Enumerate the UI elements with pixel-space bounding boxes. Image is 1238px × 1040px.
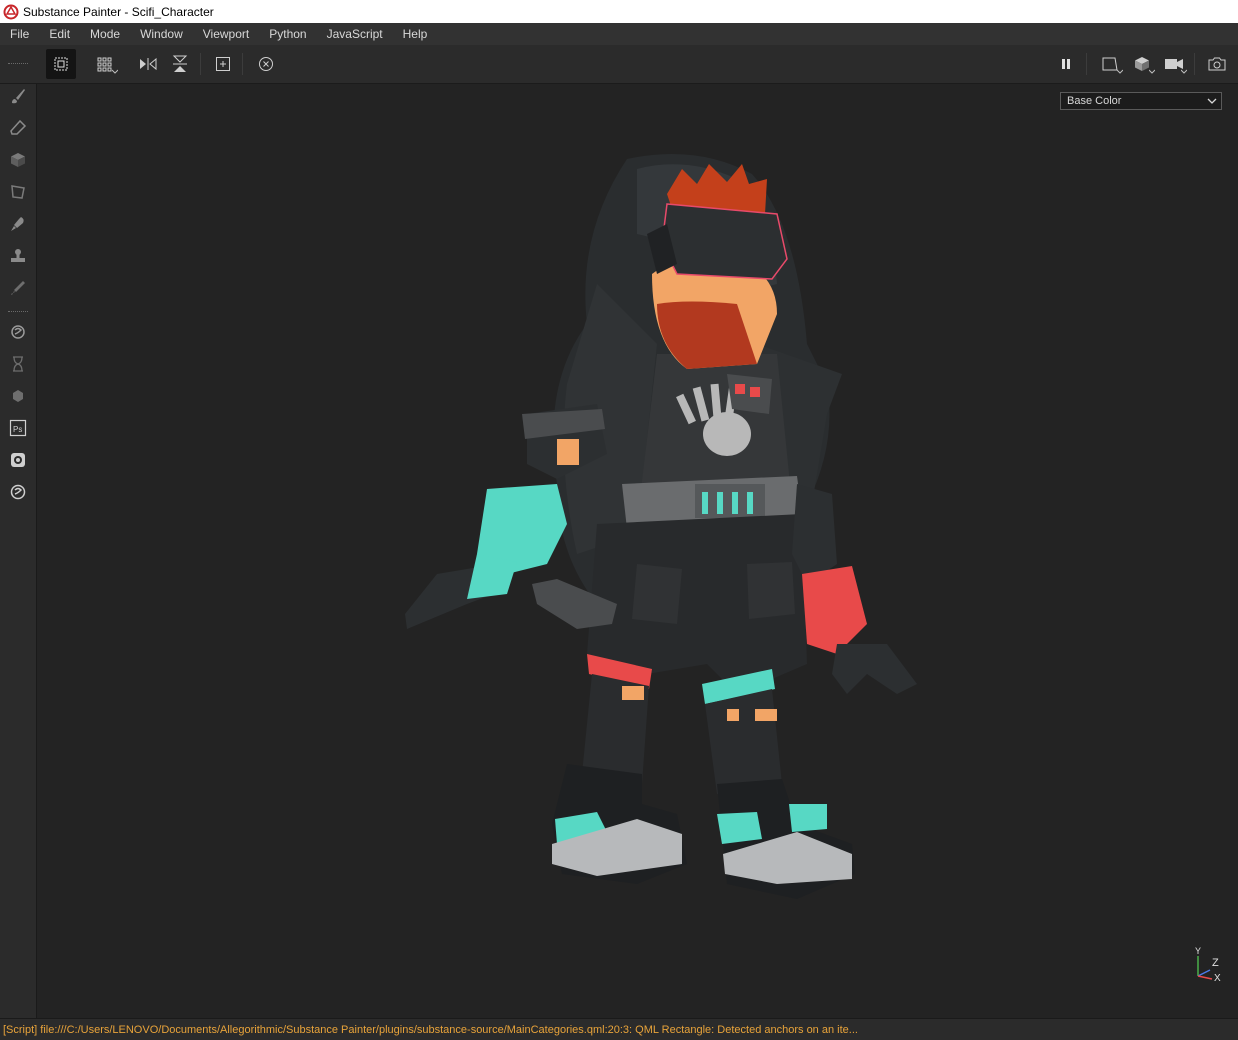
- axis-x-label: X: [1214, 973, 1221, 982]
- chevron-down-icon: [1207, 98, 1217, 104]
- toolbar-divider: [242, 53, 243, 75]
- chevron-down-icon: [1181, 69, 1187, 74]
- channel-dropdown[interactable]: Base Color: [1060, 92, 1222, 110]
- chevron-down-icon: [112, 69, 118, 74]
- camera-button[interactable]: [1159, 49, 1189, 79]
- channel-dropdown-value: Base Color: [1067, 95, 1122, 107]
- mirror-x-icon: [140, 57, 157, 71]
- display-settings-button[interactable]: [6, 448, 30, 472]
- axis-y-label: Y: [1195, 946, 1201, 956]
- menu-help[interactable]: Help: [393, 23, 438, 45]
- shelf-icon: [13, 390, 23, 402]
- 3d-viewport[interactable]: Base Color Y Z X: [37, 84, 1238, 1018]
- color-picker-icon: [11, 281, 25, 295]
- menu-javascript[interactable]: JavaScript: [317, 23, 393, 45]
- paint-brush-icon: [12, 89, 25, 104]
- pause-button[interactable]: [1051, 49, 1081, 79]
- toolbar-divider: [1194, 53, 1195, 75]
- mirror-y-icon: [172, 55, 188, 72]
- title-bar: Substance Painter - Scifi_Character: [0, 0, 1238, 23]
- menu-mode[interactable]: Mode: [80, 23, 130, 45]
- sidebar-grip[interactable]: [8, 311, 28, 314]
- photoshop-label: Ps: [13, 425, 22, 434]
- screenshot-icon: [1208, 57, 1226, 71]
- chevron-down-icon: [1149, 69, 1155, 74]
- toolbar-divider: [1086, 53, 1087, 75]
- axis-z-label: Z: [1212, 957, 1219, 969]
- menu-python[interactable]: Python: [259, 23, 316, 45]
- menu-viewport[interactable]: Viewport: [193, 23, 259, 45]
- photoshop-export-button[interactable]: Ps: [6, 416, 30, 440]
- substance-settings-button[interactable]: [6, 480, 30, 504]
- reset-camera-button[interactable]: [251, 49, 281, 79]
- pause-icon: [1062, 59, 1070, 69]
- chevron-down-icon: [1117, 69, 1123, 74]
- substance-painter-logo-icon: [3, 4, 19, 19]
- viewport-toolbar: [0, 45, 1238, 84]
- clone-stamp-icon: [11, 249, 25, 262]
- display-settings-icon: [11, 453, 25, 467]
- polygon-fill-icon: [11, 185, 25, 199]
- uv-select-icon: [54, 57, 68, 71]
- substance-settings-icon: [10, 484, 26, 500]
- smudge-icon: [11, 217, 24, 231]
- smudge-button[interactable]: [6, 212, 30, 236]
- menu-bar: File Edit Mode Window Viewport Python Ja…: [0, 23, 1238, 45]
- projection-icon: [11, 153, 25, 167]
- history-icon: [13, 356, 23, 372]
- projection-button[interactable]: [6, 148, 30, 172]
- photoshop-icon: Ps: [9, 419, 27, 437]
- menu-window[interactable]: Window: [130, 23, 193, 45]
- history-button[interactable]: [6, 352, 30, 376]
- menu-edit[interactable]: Edit: [39, 23, 80, 45]
- eraser-icon: [10, 119, 27, 135]
- grid-button[interactable]: [90, 49, 120, 79]
- reset-camera-icon: [259, 57, 273, 71]
- status-message: [Script] file:///C:/Users/LENOVO/Documen…: [3, 1024, 858, 1036]
- mirror-y-button[interactable]: [165, 49, 195, 79]
- screenshot-button[interactable]: [1202, 49, 1232, 79]
- fit-view-button[interactable]: [208, 49, 238, 79]
- paint-brush-button[interactable]: [6, 84, 30, 108]
- color-picker-button[interactable]: [6, 276, 30, 300]
- axis-gizmo: Y Z X: [1195, 946, 1221, 982]
- viewport-2d-button[interactable]: [1095, 49, 1125, 79]
- eraser-button[interactable]: [6, 116, 30, 140]
- character-model[interactable]: [37, 84, 1238, 1018]
- toolbar-divider: [200, 53, 201, 75]
- bake-icon: [11, 325, 25, 339]
- polygon-fill-button[interactable]: [6, 180, 30, 204]
- cube-view-button[interactable]: [1127, 49, 1157, 79]
- status-bar: [Script] file:///C:/Users/LENOVO/Documen…: [0, 1018, 1238, 1040]
- window-title: Substance Painter - Scifi_Character: [23, 4, 214, 19]
- clone-stamp-button[interactable]: [6, 244, 30, 268]
- toolbar-grip[interactable]: [8, 63, 28, 66]
- mirror-x-button[interactable]: [133, 49, 163, 79]
- shelf-button[interactable]: [6, 384, 30, 408]
- fit-view-icon: [216, 57, 230, 71]
- tool-sidebar: Ps: [0, 84, 37, 1018]
- menu-file[interactable]: File: [0, 23, 39, 45]
- bake-button[interactable]: [6, 320, 30, 344]
- uv-select-button[interactable]: [46, 49, 76, 79]
